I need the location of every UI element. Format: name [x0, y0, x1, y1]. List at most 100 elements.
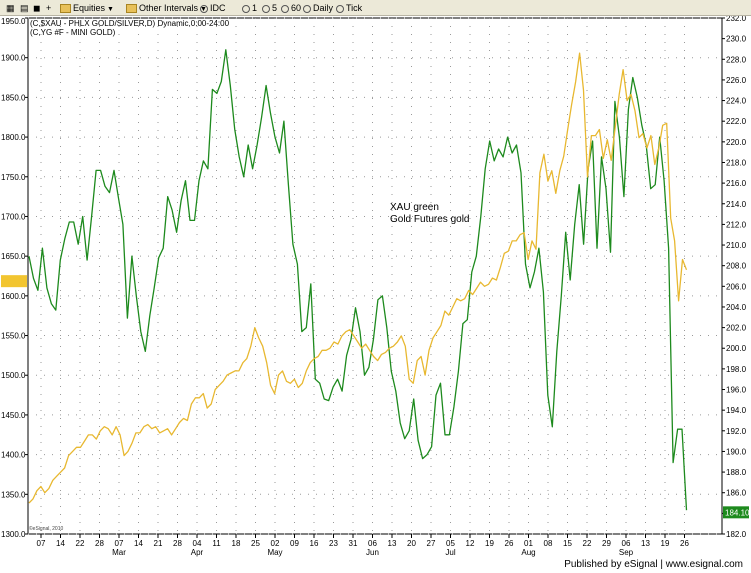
x-axis-tick-label: 08	[544, 539, 553, 548]
left-axis-tick-label: 1450.0	[1, 411, 26, 420]
toolbar-item-label: 1	[252, 3, 258, 13]
right-axis-tick-label: 192.0	[726, 427, 747, 436]
x-axis-tick-label: 23	[329, 539, 338, 548]
x-axis-tick-label: 12	[466, 539, 475, 548]
toolbar-item-5[interactable]: 5	[262, 2, 277, 14]
left-axis-tick-label: 1500.0	[1, 371, 26, 380]
toolbar: ▦ ▤ ◼ + Equities ▼ Other Intervals ▼ IDC 1 5 60 Da…	[0, 0, 751, 16]
x-axis-tick-label: 26	[505, 539, 514, 548]
right-value-badge-text: 184.10	[725, 508, 750, 517]
right-axis-tick-label: 194.0	[726, 406, 747, 415]
x-axis-tick-label: 19	[485, 539, 494, 548]
chart-title: (C,$XAU - PHLX GOLD/SILVER,D) Dynamic,0:…	[30, 19, 230, 28]
annotation-line: Gold Futures gold	[390, 214, 470, 225]
left-axis-tick-label: 1950.0	[1, 17, 26, 26]
x-axis-tick-label: 27	[427, 539, 436, 548]
right-axis-tick-label: 228.0	[726, 55, 747, 64]
right-axis-tick-label: 224.0	[726, 97, 747, 106]
right-axis-tick-label: 186.0	[726, 489, 747, 498]
x-axis-month-label: Aug	[521, 548, 535, 557]
layout-icon[interactable]: ▦	[6, 2, 15, 14]
left-axis-tick-label: 1700.0	[1, 212, 26, 221]
toolbar-item-label: Daily	[313, 3, 334, 13]
price-chart: 1350.0 1400.0 1450.0 1500.0 1550.0 1600.0 1650…	[1, 16, 750, 557]
camera-icon[interactable]: ◼	[33, 2, 40, 14]
left-axis-tick-label: 1850.0	[1, 93, 26, 102]
toolbar-item-label: 5	[272, 3, 278, 13]
x-axis-month-label: Mar	[112, 548, 126, 557]
x-axis-month-label: Apr	[191, 548, 204, 557]
right-axis-tick-label: 212.0	[726, 220, 747, 229]
x-axis-tick-label: 14	[134, 539, 143, 548]
right-axis-tick-label: 226.0	[726, 76, 747, 85]
x-axis-month-label: Jun	[366, 548, 379, 557]
left-axis-tick-label: 1600.0	[1, 292, 26, 301]
x-axis-month-label: Sep	[619, 548, 634, 557]
right-axis-tick-label: 182.0	[726, 530, 747, 539]
x-axis-tick-label: 22	[583, 539, 592, 548]
gear-icon	[200, 4, 208, 13]
gear-icon	[303, 4, 311, 13]
x-axis-tick-label: 15	[563, 539, 572, 548]
left-axis-tick-label: 1350.0	[1, 490, 26, 499]
x-axis-tick-label: 18	[232, 539, 241, 548]
toolbar-item-equities[interactable]: Equities ▼	[60, 2, 114, 14]
chevron-down-icon: ▼	[105, 6, 114, 13]
x-axis-tick-label: 07	[37, 539, 46, 548]
x-axis-tick-label: 13	[641, 539, 650, 548]
right-axis-tick-label: 188.0	[726, 468, 747, 477]
gear-icon	[262, 4, 270, 13]
footer: Published by eSignal | www.esignal.com	[0, 558, 751, 573]
plot-area	[27, 17, 723, 535]
x-axis-tick-label: 28	[173, 539, 182, 548]
toolbar-item-label: Equities	[73, 3, 106, 13]
x-axis-tick-label: 04	[193, 539, 202, 548]
right-axis-tick-label: 218.0	[726, 158, 747, 167]
x-axis-tick-label: 13	[388, 539, 397, 548]
right-axis-tick-label: 202.0	[726, 324, 747, 333]
menu-icon[interactable]: ▤	[20, 2, 29, 14]
x-axis-tick-label: 06	[622, 539, 631, 548]
x-axis-tick-label: 06	[368, 539, 377, 548]
x-axis-tick-label: 20	[407, 539, 416, 548]
toolbar-item-idc[interactable]: IDC	[200, 2, 226, 14]
x-axis-tick-label: 28	[95, 539, 104, 548]
x-axis-tick-label: 16	[310, 539, 319, 548]
x-axis-month-label: May	[267, 548, 282, 557]
right-axis-tick-label: 232.0	[726, 16, 747, 23]
right-axis-tick-label: 196.0	[726, 386, 747, 395]
x-axis-tick-label: 21	[154, 539, 163, 548]
right-axis-tick-label: 204.0	[726, 303, 747, 312]
right-axis-tick-label: 200.0	[726, 344, 747, 353]
x-axis-tick-label: 05	[446, 539, 455, 548]
right-axis-tick-label: 208.0	[726, 262, 747, 271]
right-axis-tick-label: 216.0	[726, 179, 747, 188]
x-axis-tick-label: 26	[680, 539, 689, 548]
right-axis-tick-label: 222.0	[726, 117, 747, 126]
toolbar-item-tick[interactable]: Tick	[336, 2, 362, 14]
x-axis-tick-label: 09	[290, 539, 299, 548]
left-axis-tick-label: 1400.0	[1, 451, 26, 460]
x-axis-tick-label: 22	[76, 539, 85, 548]
x-axis-tick-label: 01	[524, 539, 533, 548]
x-axis-month-label: Jul	[445, 548, 455, 557]
left-axis-tick-label: 1550.0	[1, 332, 26, 341]
add-icon[interactable]: +	[46, 2, 51, 14]
toolbar-item-daily[interactable]: Daily	[303, 2, 333, 14]
toolbar-item-60[interactable]: 60	[281, 2, 301, 14]
gear-icon	[336, 4, 344, 13]
left-axis-tick-label: 1750.0	[1, 173, 26, 182]
x-axis-tick-label: 14	[56, 539, 65, 548]
x-axis-tick-label: 31	[349, 539, 358, 548]
right-axis-tick-label: 198.0	[726, 365, 747, 374]
left-axis-tick-label: 1300.0	[1, 530, 26, 539]
toolbar-item-1[interactable]: 1	[242, 2, 257, 14]
x-axis-tick-label: 19	[661, 539, 670, 548]
toolbar-item-other-intervals[interactable]: Other Intervals ▼	[126, 2, 207, 14]
chart-subtitle: (C,YG #F - MINI GOLD)	[30, 28, 116, 37]
annotation-line: XAU green	[390, 202, 439, 213]
gear-icon	[242, 4, 250, 13]
toolbar-item-label: Tick	[346, 3, 363, 13]
published-by-text: Published by eSignal | www.esignal.com	[564, 559, 743, 570]
right-axis-tick-label: 190.0	[726, 447, 747, 456]
